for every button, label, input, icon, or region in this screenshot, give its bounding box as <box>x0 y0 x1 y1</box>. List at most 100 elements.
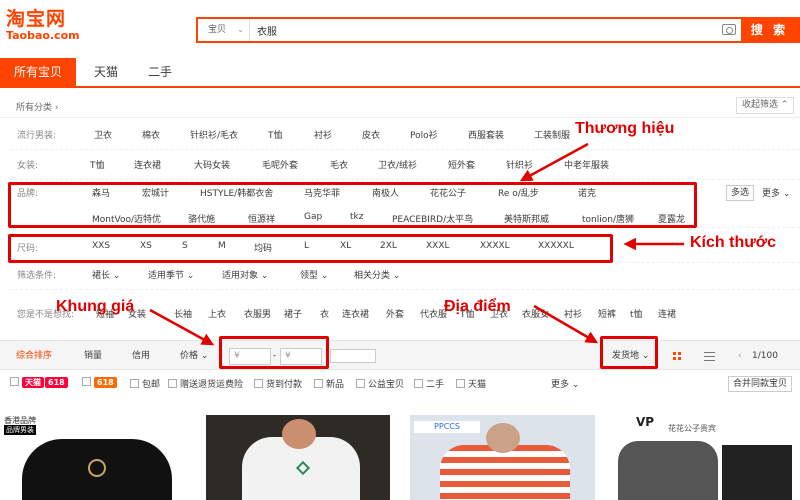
size-option[interactable]: XXXXL <box>480 241 510 251</box>
filter-option[interactable]: 棉衣 <box>142 128 160 141</box>
list-view-icon[interactable] <box>704 352 715 361</box>
option-checkbox[interactable]: 二手 <box>414 377 444 390</box>
option-checkbox[interactable]: 公益宝贝 <box>356 377 404 390</box>
related-link[interactable]: 长袖 <box>174 307 192 320</box>
brand-option[interactable]: 骆代施 <box>188 212 215 225</box>
prev-page-button[interactable]: ‹ <box>738 341 742 371</box>
sort-default[interactable]: 综合排序 <box>16 341 52 371</box>
brand-option[interactable]: tonlion/唐狮 <box>582 212 634 225</box>
price-range-slider[interactable] <box>330 349 376 363</box>
promo-618-checkbox[interactable]: 618 <box>82 377 117 388</box>
related-link[interactable]: 衣服女 <box>522 307 549 320</box>
condition-dropdown[interactable]: 裙长 ⌄ <box>92 268 120 281</box>
brand-option[interactable]: 恒源祥 <box>248 212 275 225</box>
brand-option[interactable]: 美特斯邦威 <box>504 212 549 225</box>
filter-option[interactable]: Polo衫 <box>410 128 438 141</box>
option-checkbox[interactable]: 货到付款 <box>254 377 302 390</box>
option-checkbox[interactable]: 天猫 <box>456 377 486 390</box>
size-option[interactable]: XXS <box>92 241 110 251</box>
brand-option[interactable]: 南极人 <box>372 186 399 199</box>
product-card[interactable]: 香港品牌 品牌男装 <box>0 415 188 500</box>
all-categories-link[interactable]: 所有分类 › <box>16 100 58 113</box>
brand-option[interactable]: 森马 <box>92 186 110 199</box>
options-more-button[interactable]: 更多 ⌄ <box>551 377 579 390</box>
search-button[interactable]: 搜 索 <box>741 19 798 41</box>
filter-option[interactable]: 中老年服装 <box>564 158 609 171</box>
filter-option[interactable]: 卫衣 <box>94 128 112 141</box>
filter-option[interactable]: 大码女装 <box>194 158 230 171</box>
condition-dropdown[interactable]: 领型 ⌄ <box>300 268 328 281</box>
related-link[interactable]: t恤 <box>630 307 643 320</box>
filter-option[interactable]: 短外套 <box>448 158 475 171</box>
related-link[interactable]: 衣服男 <box>244 307 271 320</box>
brand-option[interactable]: Gap <box>304 212 322 222</box>
size-option[interactable]: XS <box>140 241 152 251</box>
size-option[interactable]: XXXXXL <box>538 241 574 251</box>
merge-same-items-button[interactable]: 合并同款宝贝 <box>728 376 793 392</box>
condition-dropdown[interactable]: 相关分类 ⌄ <box>354 268 400 281</box>
tab-secondhand[interactable]: 二手 <box>138 58 182 86</box>
related-link[interactable]: 短裤 <box>598 307 616 320</box>
related-link[interactable]: 代衣服 <box>420 307 447 320</box>
filter-option[interactable]: 西服套装 <box>468 128 504 141</box>
search-category-select[interactable]: 宝贝 ⌄ <box>198 19 250 41</box>
filter-option[interactable]: 针织衫/毛衣 <box>190 128 238 141</box>
related-link[interactable]: 衣 <box>320 307 329 320</box>
tmall-checkbox[interactable]: 天猫 618 <box>10 377 68 388</box>
related-link[interactable]: 外套 <box>386 307 404 320</box>
brand-option[interactable]: tkz <box>350 212 363 222</box>
size-option[interactable]: L <box>304 241 309 251</box>
brand-option[interactable]: 宏城计 <box>142 186 169 199</box>
brand-option[interactable]: Re o/乱步 <box>498 186 539 199</box>
option-checkbox[interactable]: 包邮 <box>130 377 160 390</box>
price-min-input[interactable]: ¥ <box>229 348 271 365</box>
size-option[interactable]: 2XL <box>380 241 397 251</box>
product-card[interactable]: PPCCS <box>410 415 595 500</box>
related-link[interactable]: 上衣 <box>208 307 226 320</box>
brand-option[interactable]: MontVoo/迈特优 <box>92 212 161 225</box>
filter-option[interactable]: 卫衣/绒衫 <box>378 158 417 171</box>
filter-option[interactable]: 工装制服 <box>534 128 570 141</box>
condition-dropdown[interactable]: 适用对象 ⌄ <box>222 268 268 281</box>
taobao-logo[interactable]: 淘宝网 Taobao.com <box>6 8 90 42</box>
brand-multiselect-button[interactable]: 多选 <box>726 185 755 201</box>
brand-option[interactable]: HSTYLE/韩都衣舍 <box>200 186 273 199</box>
sort-sales[interactable]: 销量 <box>84 341 102 371</box>
filter-option[interactable]: 针织衫 <box>506 158 533 171</box>
product-card[interactable]: VP 花花公子贵宾 <box>612 415 800 500</box>
camera-icon[interactable] <box>722 24 736 35</box>
option-checkbox[interactable]: 赠送退货运费险 <box>168 377 243 390</box>
tab-all-items[interactable]: 所有宝贝 <box>0 58 76 86</box>
search-input[interactable] <box>251 19 731 41</box>
filter-option[interactable]: 衬衫 <box>314 128 332 141</box>
product-card[interactable] <box>206 415 390 500</box>
brand-option[interactable]: 诺克 <box>578 186 596 199</box>
size-option[interactable]: M <box>218 241 226 251</box>
filter-option[interactable]: 皮衣 <box>362 128 380 141</box>
tab-tmall[interactable]: 天猫 <box>84 58 128 86</box>
brand-option[interactable]: 夏露龙 <box>658 212 685 225</box>
related-link[interactable]: 连衣裙 <box>342 307 369 320</box>
brand-option[interactable]: 马克华菲 <box>304 186 340 199</box>
size-option[interactable]: 均码 <box>254 241 272 254</box>
filter-option[interactable]: 毛衣 <box>330 158 348 171</box>
related-link[interactable]: 裙子 <box>284 307 302 320</box>
filter-option[interactable]: 连衣裙 <box>134 158 161 171</box>
condition-dropdown[interactable]: 适用季节 ⌄ <box>148 268 194 281</box>
sort-price[interactable]: 价格 ⌄ <box>180 341 208 371</box>
brand-more-button[interactable]: 更多 ⌄ <box>762 186 790 199</box>
brand-option[interactable]: PEACEBIRD/太平鸟 <box>392 212 473 225</box>
size-option[interactable]: XXXL <box>426 241 450 251</box>
option-checkbox[interactable]: 新品 <box>314 377 344 390</box>
filter-option[interactable]: T恤 <box>90 158 105 171</box>
sort-credit[interactable]: 信用 <box>132 341 150 371</box>
filter-option[interactable]: 毛呢外套 <box>262 158 298 171</box>
brand-option[interactable]: 花花公子 <box>430 186 466 199</box>
grid-view-icon[interactable] <box>673 352 682 361</box>
size-option[interactable]: XL <box>340 241 351 251</box>
price-max-input[interactable]: ¥ <box>280 348 322 365</box>
size-option[interactable]: S <box>182 241 188 251</box>
collapse-filters-button[interactable]: 收起筛选 ⌃ <box>736 97 795 114</box>
filter-option[interactable]: T恤 <box>268 128 283 141</box>
location-dropdown[interactable]: 发货地 ⌄ <box>612 341 649 371</box>
